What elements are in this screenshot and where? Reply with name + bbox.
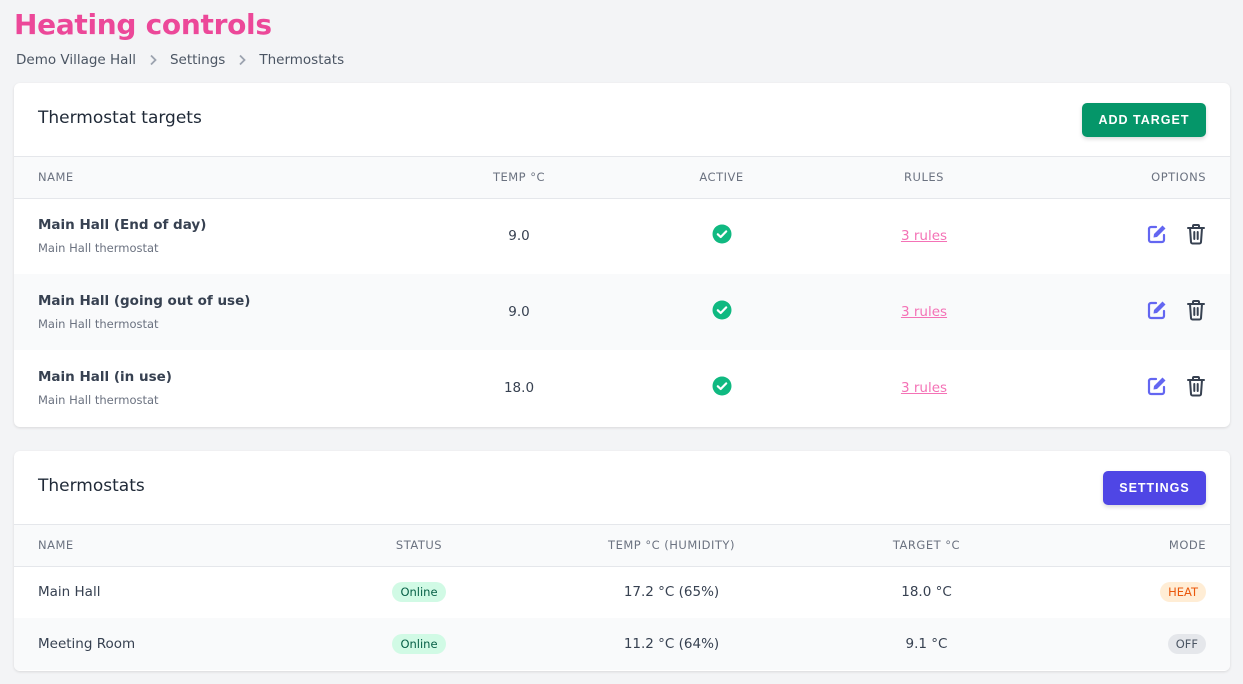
page-title: Heating controls (14, 8, 272, 41)
thermostats-card: Thermostats SETTINGS NAME STATUS TEMP °C… (14, 451, 1230, 671)
breadcrumb-item-settings[interactable]: Settings (170, 52, 225, 68)
card-header: Thermostat targets ADD TARGET (14, 83, 1230, 157)
column-header-status: STATUS (395, 538, 443, 553)
rules-link[interactable]: 3 rules (901, 380, 947, 396)
target-name: Main Hall (End of day) (38, 217, 207, 234)
thermostat-temp: 17.2 °C (65%) (623, 584, 720, 601)
column-header-options: OPTIONS (1151, 170, 1206, 185)
add-target-button[interactable]: ADD TARGET (1082, 103, 1206, 137)
breadcrumb-item-thermostats: Thermostats (259, 52, 345, 68)
card-title: Thermostats (38, 476, 145, 496)
chevron-right-icon (238, 54, 247, 66)
check-circle-icon (712, 300, 732, 324)
target-temp: 9.0 (508, 304, 530, 320)
thermostat-target: 18.0 °C (901, 584, 952, 601)
thermostat-temp: 11.2 °C (64%) (623, 636, 720, 652)
column-header-temp: TEMP °C (492, 170, 546, 185)
target-temp: 9.0 (508, 228, 530, 245)
mode-badge: OFF (1167, 634, 1206, 654)
thermostat-name: Main Hall (38, 584, 101, 601)
status-badge: Online (392, 582, 446, 603)
edit-icon[interactable] (1146, 299, 1168, 321)
thermostat-name: Meeting Room (38, 636, 136, 652)
targets-table: NAME TEMP °C ACTIVE RULES OPTIONS Main H… (14, 157, 1230, 426)
table-header-row: NAME STATUS TEMP °C (HUMIDITY) TARGET °C… (14, 525, 1230, 566)
card-header: Thermostats SETTINGS (14, 451, 1230, 525)
chevron-right-icon (149, 54, 157, 66)
thermostats-table: NAME STATUS TEMP °C (HUMIDITY) TARGET °C… (14, 525, 1230, 670)
table-row: Main Hall Online 17.2 °C (65%) 18.0 °C H… (14, 566, 1230, 618)
breadcrumb: Demo Village Hall Settings Thermostats (16, 52, 344, 68)
column-header-rules: RULES (904, 170, 944, 185)
column-header-name: NAME (38, 170, 74, 185)
table-row: Meeting Room Online 11.2 °C (64%) 9.1 °C… (14, 618, 1230, 670)
table-header-row: NAME TEMP °C ACTIVE RULES OPTIONS (14, 157, 1230, 198)
edit-icon[interactable] (1146, 375, 1168, 397)
breadcrumb-item-site[interactable]: Demo Village Hall (16, 52, 136, 68)
column-header-target: TARGET °C (892, 538, 961, 553)
target-temp: 18.0 (503, 380, 535, 396)
table-row: Main Hall (in use) Main Hall thermostat … (14, 350, 1230, 426)
table-row: Main Hall (going out of use) Main Hall t… (14, 274, 1230, 350)
target-thermostat: Main Hall thermostat (38, 317, 159, 331)
check-circle-icon (712, 224, 732, 248)
table-row: Main Hall (End of day) Main Hall thermos… (14, 198, 1230, 274)
rules-link[interactable]: 3 rules (901, 228, 947, 244)
trash-icon[interactable] (1186, 299, 1206, 321)
target-name: Main Hall (going out of use) (38, 293, 251, 309)
target-thermostat: Main Hall thermostat (38, 393, 159, 407)
column-header-active: ACTIVE (699, 170, 744, 185)
edit-icon[interactable] (1146, 223, 1168, 245)
thermostat-target: 9.1 °C (905, 636, 948, 652)
column-header-mode: MODE (1168, 538, 1206, 553)
column-header-temp-humidity: TEMP °C (HUMIDITY) (608, 538, 735, 553)
check-circle-icon (712, 376, 732, 400)
trash-icon[interactable] (1186, 375, 1206, 397)
column-header-name: NAME (38, 538, 74, 553)
target-thermostat: Main Hall thermostat (38, 241, 159, 256)
settings-button[interactable]: SETTINGS (1103, 471, 1206, 505)
trash-icon[interactable] (1186, 223, 1206, 245)
rules-link[interactable]: 3 rules (901, 304, 947, 320)
mode-badge: HEAT (1160, 582, 1206, 603)
status-badge: Online (392, 634, 446, 654)
thermostat-targets-card: Thermostat targets ADD TARGET NAME TEMP … (14, 83, 1230, 427)
target-name: Main Hall (in use) (38, 369, 172, 385)
card-title: Thermostat targets (38, 108, 202, 128)
